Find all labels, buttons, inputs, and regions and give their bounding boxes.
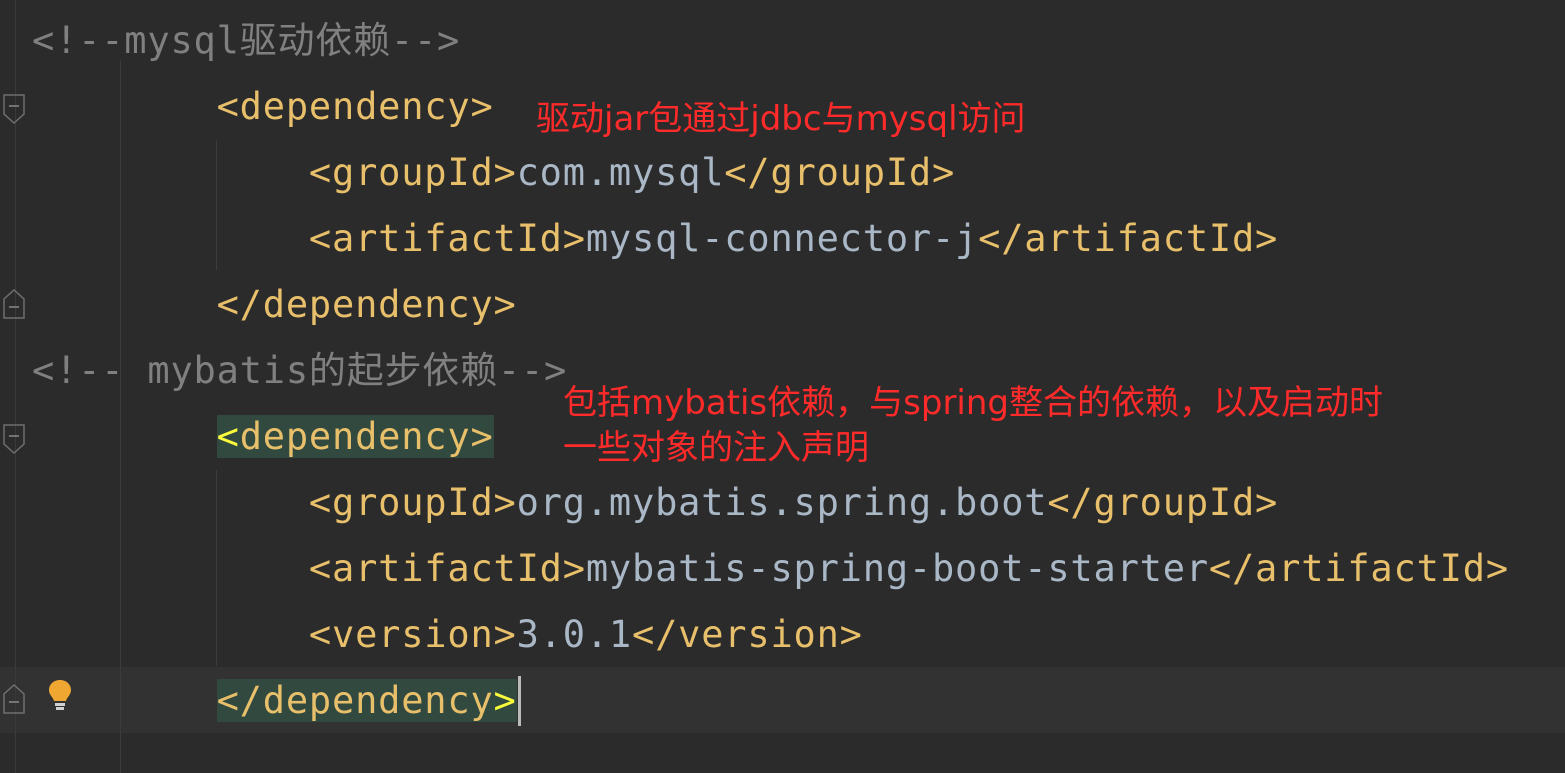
fold-marker-icon[interactable]: [3, 424, 25, 454]
code-content: <!-- mybatis的起步依赖-->: [32, 349, 567, 392]
code-content: <artifactId>mysql-connector-j</artifactI…: [309, 217, 1278, 260]
xml-tag: <dependency>: [216, 85, 494, 128]
xml-tag: <version>: [308, 613, 517, 656]
annotation-mysql-driver: 驱动jar包通过jdbc与mysql访问: [536, 99, 1026, 139]
xml-tag: </dependency>: [216, 283, 517, 326]
fold-marker-icon[interactable]: [3, 684, 25, 714]
code-line[interactable]: <dependency>: [32, 412, 494, 462]
xml-text-value: mybatis-spring-boot-starter: [585, 547, 1209, 590]
xml-text-value: org.mybatis.spring.boot: [516, 481, 1048, 524]
xml-text-value: 3.0.1: [516, 613, 632, 656]
xml-tag: <groupId>: [308, 151, 517, 194]
code-line[interactable]: </dependency>: [32, 280, 517, 330]
fold-marker-icon[interactable]: [3, 94, 25, 124]
code-content: <groupId>com.mysql</groupId>: [309, 151, 955, 194]
code-content: <dependency>: [217, 85, 494, 128]
xml-tag: </dependency: [216, 679, 494, 722]
xml-tag: </artifactId>: [1208, 547, 1509, 590]
code-line[interactable]: <version>3.0.1</version>: [32, 610, 863, 660]
xml-tag: <groupId>: [308, 481, 517, 524]
xml-tag: >: [493, 679, 517, 722]
xml-tag: </groupId>: [724, 151, 956, 194]
code-content: </dependency>: [217, 283, 517, 326]
code-line[interactable]: </dependency>: [32, 676, 521, 726]
annotation-mybatis-line2: 一些对象的注入声明: [563, 428, 869, 468]
code-line[interactable]: <groupId>com.mysql</groupId>: [32, 148, 955, 198]
xml-text-value: com.mysql: [516, 151, 725, 194]
xml-tag: <: [216, 415, 240, 458]
xml-tag: </artifactId>: [978, 217, 1279, 260]
xml-tag: <artifactId>: [308, 547, 586, 590]
xml-comment: <!-- mybatis的起步依赖-->: [32, 349, 568, 392]
xml-comment: <!--mysql驱动依赖-->: [32, 19, 461, 62]
code-content: <version>3.0.1</version>: [309, 613, 863, 656]
code-line[interactable]: <groupId>org.mybatis.spring.boot</groupI…: [32, 478, 1278, 528]
xml-tag: <artifactId>: [308, 217, 586, 260]
fold-marker-icon[interactable]: [3, 289, 25, 319]
matched-tag-highlight: <dependency>: [216, 415, 494, 458]
code-line[interactable]: <artifactId>mybatis-spring-boot-starter<…: [32, 544, 1509, 594]
annotation-mybatis-line1: 包括mybatis依赖，与spring整合的依赖，以及启动时: [563, 383, 1383, 423]
xml-text-value: mysql-connector-j: [585, 217, 979, 260]
xml-tag: dependency>: [239, 415, 494, 458]
matched-tag-highlight: </dependency>: [216, 679, 517, 722]
code-line[interactable]: <!-- mybatis的起步依赖-->: [32, 346, 567, 396]
code-line[interactable]: <artifactId>mysql-connector-j</artifactI…: [32, 214, 1278, 264]
code-line[interactable]: <dependency>: [32, 82, 494, 132]
code-editor[interactable]: <!--mysql驱动依赖--> <dependency> <groupId>c…: [0, 0, 1565, 773]
code-content: <!--mysql驱动依赖-->: [32, 19, 460, 62]
xml-tag: </groupId>: [1047, 481, 1279, 524]
text-caret: [517, 676, 521, 726]
code-content: <artifactId>mybatis-spring-boot-starter<…: [309, 547, 1509, 590]
xml-tag: </version>: [632, 613, 863, 656]
code-line[interactable]: <!--mysql驱动依赖-->: [32, 16, 460, 66]
code-content: <groupId>org.mybatis.spring.boot</groupI…: [309, 481, 1278, 524]
